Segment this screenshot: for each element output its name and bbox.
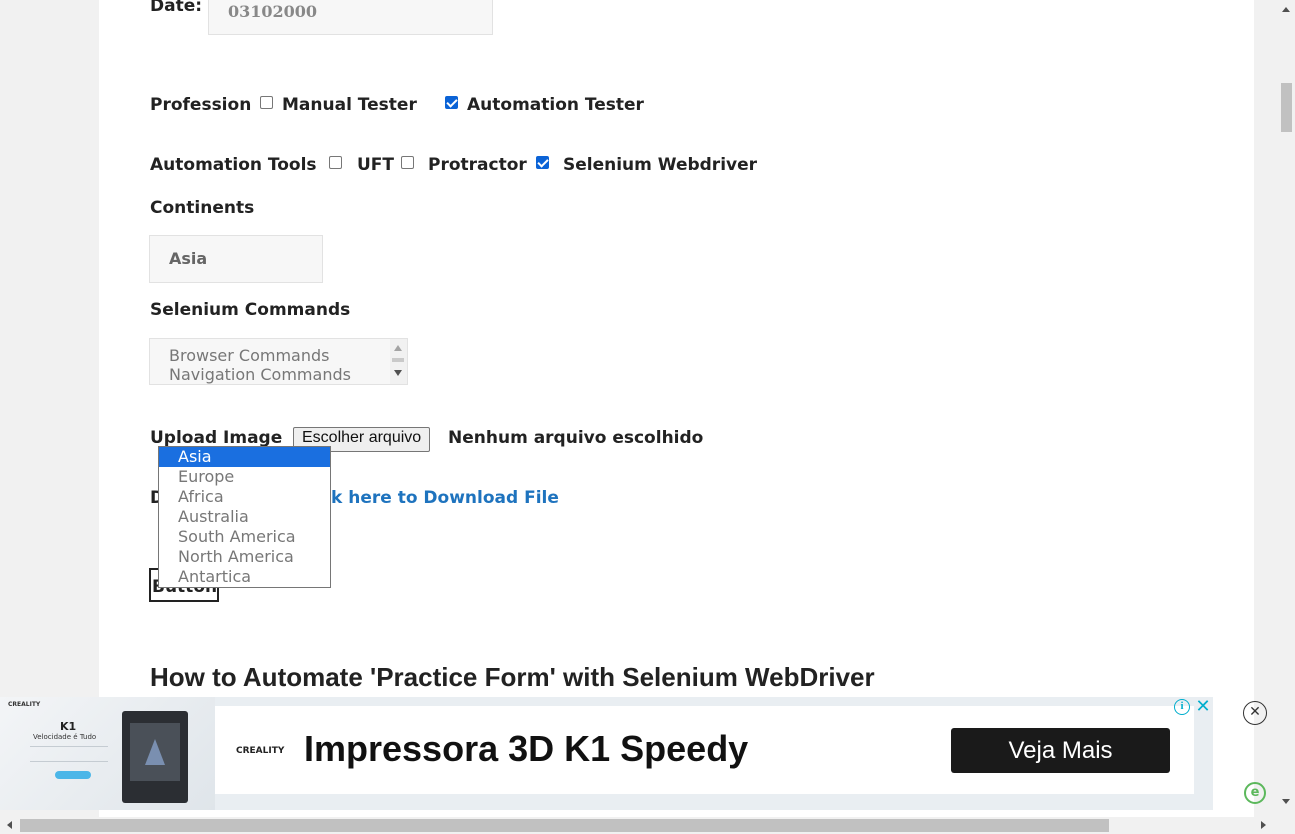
horizontal-scrollbar[interactable]: [0, 817, 1295, 834]
continent-option[interactable]: Antartica: [159, 567, 330, 587]
ad-thumb-cta: [55, 771, 91, 779]
vertical-scroll-thumb[interactable]: [1281, 83, 1292, 132]
scroll-down-icon[interactable]: [394, 370, 402, 376]
automation-tester-checkbox[interactable]: [445, 96, 458, 109]
protractor-label: Protractor: [428, 155, 527, 175]
ezoic-icon[interactable]: e: [1244, 782, 1266, 804]
continent-option[interactable]: Africa: [159, 487, 330, 507]
manual-tester-checkbox[interactable]: [260, 96, 273, 109]
tools-label: Automation Tools: [150, 155, 317, 175]
automation-tester-label: Automation Tester: [467, 95, 644, 115]
ad-close-icon[interactable]: ✕: [1194, 698, 1212, 716]
date-label: Date:: [150, 0, 203, 16]
continent-option[interactable]: South America: [159, 527, 330, 547]
scroll-right-arrow-icon[interactable]: [1261, 821, 1266, 829]
printer-image: [122, 711, 188, 803]
uft-label: UFT: [357, 155, 395, 175]
horizontal-scroll-thumb[interactable]: [20, 819, 1109, 832]
manual-tester-label: Manual Tester: [282, 95, 417, 115]
continents-label: Continents: [150, 198, 255, 218]
selenium-webdriver-checkbox[interactable]: [536, 156, 549, 169]
ad-brand: CREALITY: [236, 746, 285, 756]
commands-listbox[interactable]: Browser Commands Navigation Commands: [149, 338, 408, 385]
continent-option[interactable]: Europe: [159, 467, 330, 487]
ad-thumb-title: K1: [60, 720, 77, 733]
article-heading: How to Automate 'Practice Form' with Sel…: [150, 662, 875, 692]
commands-option-browser[interactable]: Browser Commands: [169, 346, 330, 365]
uft-checkbox[interactable]: [329, 156, 342, 169]
vertical-scrollbar[interactable]: [1278, 0, 1295, 817]
scroll-down-arrow-icon[interactable]: [1282, 799, 1290, 804]
ad-headline[interactable]: Impressora 3D K1 Speedy: [304, 728, 748, 770]
ad-thumbnail[interactable]: CREALITY K1 Velocidade é Tudo: [0, 697, 215, 810]
date-input[interactable]: 03102000: [208, 0, 493, 35]
ad-cta-button[interactable]: Veja Mais: [951, 728, 1170, 773]
close-ad-icon[interactable]: ✕: [1243, 701, 1267, 725]
printer-window: [130, 723, 180, 781]
scroll-thumb[interactable]: [392, 358, 404, 362]
upload-label: Upload Image: [150, 428, 283, 448]
continents-dropdown[interactable]: Asia Europe Africa Australia South Ameri…: [158, 446, 331, 588]
ad-thumb-icons: [30, 746, 108, 762]
commands-scrollbar[interactable]: [390, 339, 407, 384]
continent-option[interactable]: Australia: [159, 507, 330, 527]
continent-option[interactable]: North America: [159, 547, 330, 567]
commands-option-navigation[interactable]: Navigation Commands: [169, 365, 351, 384]
ad-cta-label: Veja Mais: [1008, 737, 1113, 764]
selenium-webdriver-label: Selenium Webdriver: [563, 155, 758, 175]
upload-status: Nenhum arquivo escolhido: [448, 428, 704, 448]
profession-label: Profession: [150, 95, 252, 115]
protractor-checkbox[interactable]: [401, 156, 414, 169]
date-value: 03102000: [228, 2, 318, 21]
ad-content[interactable]: CREALITY Impressora 3D K1 Speedy Veja Ma…: [215, 706, 1194, 794]
download-link[interactable]: k here to Download File: [331, 488, 559, 508]
printer-model: [145, 739, 165, 765]
ad-thumb-brand: CREALITY: [8, 701, 41, 708]
continents-select[interactable]: Asia: [149, 235, 323, 283]
scroll-up-arrow-icon[interactable]: [1282, 7, 1290, 12]
commands-label: Selenium Commands: [150, 300, 351, 320]
ad-info-icon[interactable]: i: [1174, 699, 1190, 715]
ad-banner[interactable]: CREALITY K1 Velocidade é Tudo CREALITY I…: [0, 697, 1213, 810]
scroll-up-icon[interactable]: [394, 345, 402, 351]
ad-thumb-subtitle: Velocidade é Tudo: [33, 733, 97, 741]
scroll-left-arrow-icon[interactable]: [7, 821, 12, 829]
continents-selected-value: Asia: [169, 249, 208, 268]
continent-option[interactable]: Asia: [159, 447, 330, 467]
